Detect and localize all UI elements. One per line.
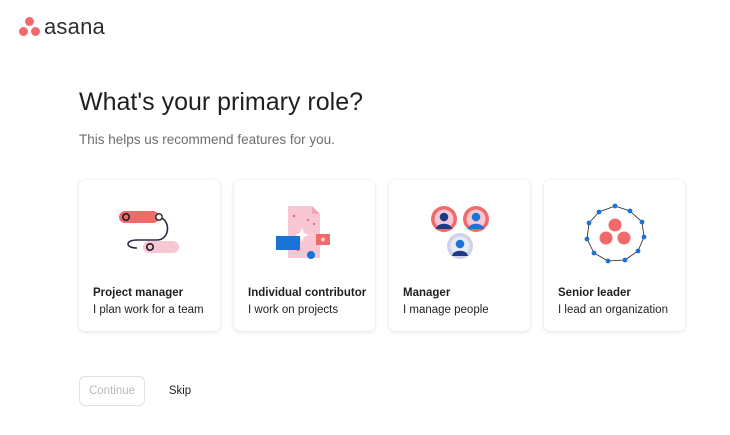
document-illustration-icon	[276, 206, 330, 259]
people-illustration-icon	[431, 206, 489, 259]
role-title: Senior leader	[558, 287, 631, 299]
role-card-list: Project manager I plan work for a team I…	[79, 180, 685, 331]
role-description: I work on projects	[248, 304, 339, 316]
role-title: Manager	[403, 287, 451, 299]
role-title: Individual contributor	[248, 287, 367, 299]
skip-button[interactable]: Skip	[160, 376, 200, 406]
role-card-manager[interactable]: Manager I manage people	[389, 180, 530, 331]
role-description: I plan work for a team	[93, 304, 204, 316]
organization-illustration-icon	[584, 203, 647, 264]
role-description: I lead an organization	[558, 304, 668, 316]
role-card-project-manager[interactable]: Project manager I plan work for a team	[79, 180, 220, 331]
continue-button[interactable]: Continue	[79, 376, 145, 406]
brand-name: asana	[44, 14, 105, 39]
workflow-illustration-icon	[119, 211, 179, 253]
role-description: I manage people	[403, 304, 489, 316]
role-title: Project manager	[93, 287, 184, 299]
role-card-individual-contributor[interactable]: Individual contributor I work on project…	[234, 180, 375, 331]
asana-logo: asana	[19, 16, 105, 38]
page-subtitle: This helps us recommend features for you…	[79, 132, 335, 147]
role-card-senior-leader[interactable]: Senior leader I lead an organization	[544, 180, 685, 331]
asana-three-dots-icon	[19, 17, 41, 37]
page-title: What's your primary role?	[79, 88, 364, 116]
